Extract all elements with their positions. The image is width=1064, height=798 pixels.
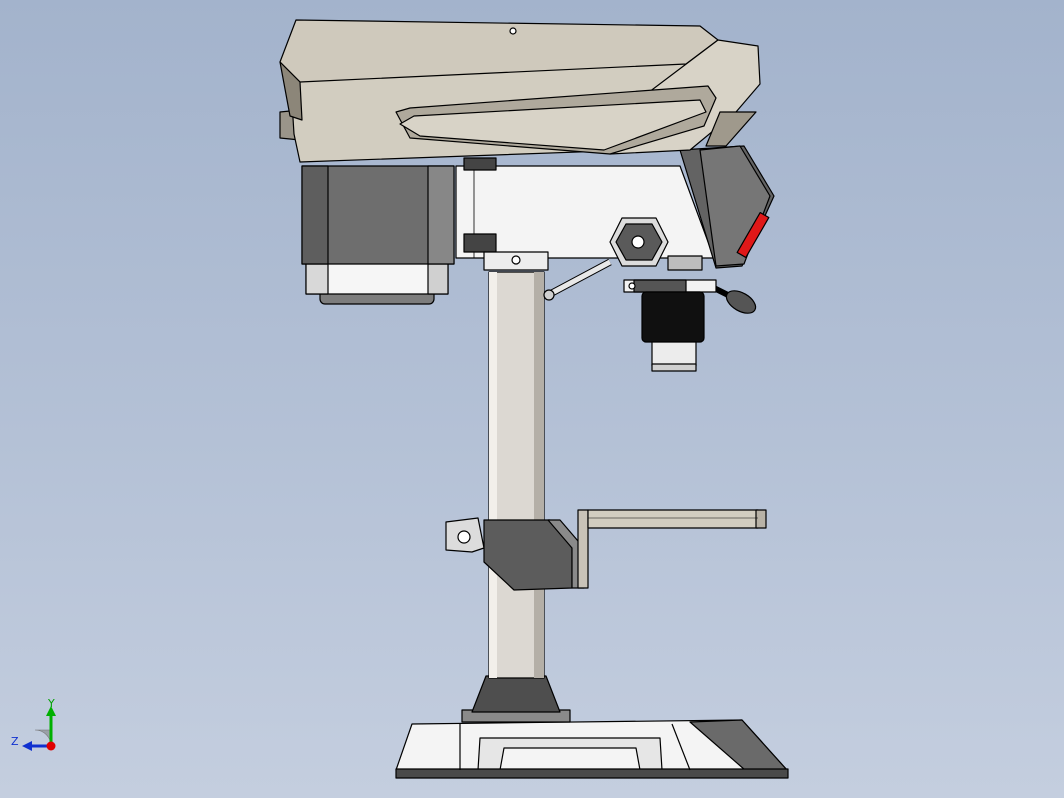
work-table[interactable] <box>577 509 767 589</box>
feed-handle-left[interactable] <box>543 258 612 301</box>
cad-viewport[interactable]: Y Z <box>0 0 1064 798</box>
motor[interactable] <box>301 165 455 305</box>
table-bracket[interactable] <box>445 517 585 591</box>
y-axis-label: Y <box>48 697 55 710</box>
x-axis-point <box>46 741 56 751</box>
z-axis-arrow <box>22 741 32 751</box>
quill-and-chuck[interactable] <box>623 255 717 372</box>
drill-press-model[interactable] <box>0 0 1064 798</box>
base-plate[interactable] <box>395 719 789 779</box>
belt-cover[interactable] <box>279 19 761 163</box>
axis-triad[interactable]: Y Z <box>8 696 68 756</box>
column-flange <box>471 675 561 713</box>
feed-hub[interactable] <box>609 217 669 267</box>
z-axis-label: Z <box>11 735 19 748</box>
